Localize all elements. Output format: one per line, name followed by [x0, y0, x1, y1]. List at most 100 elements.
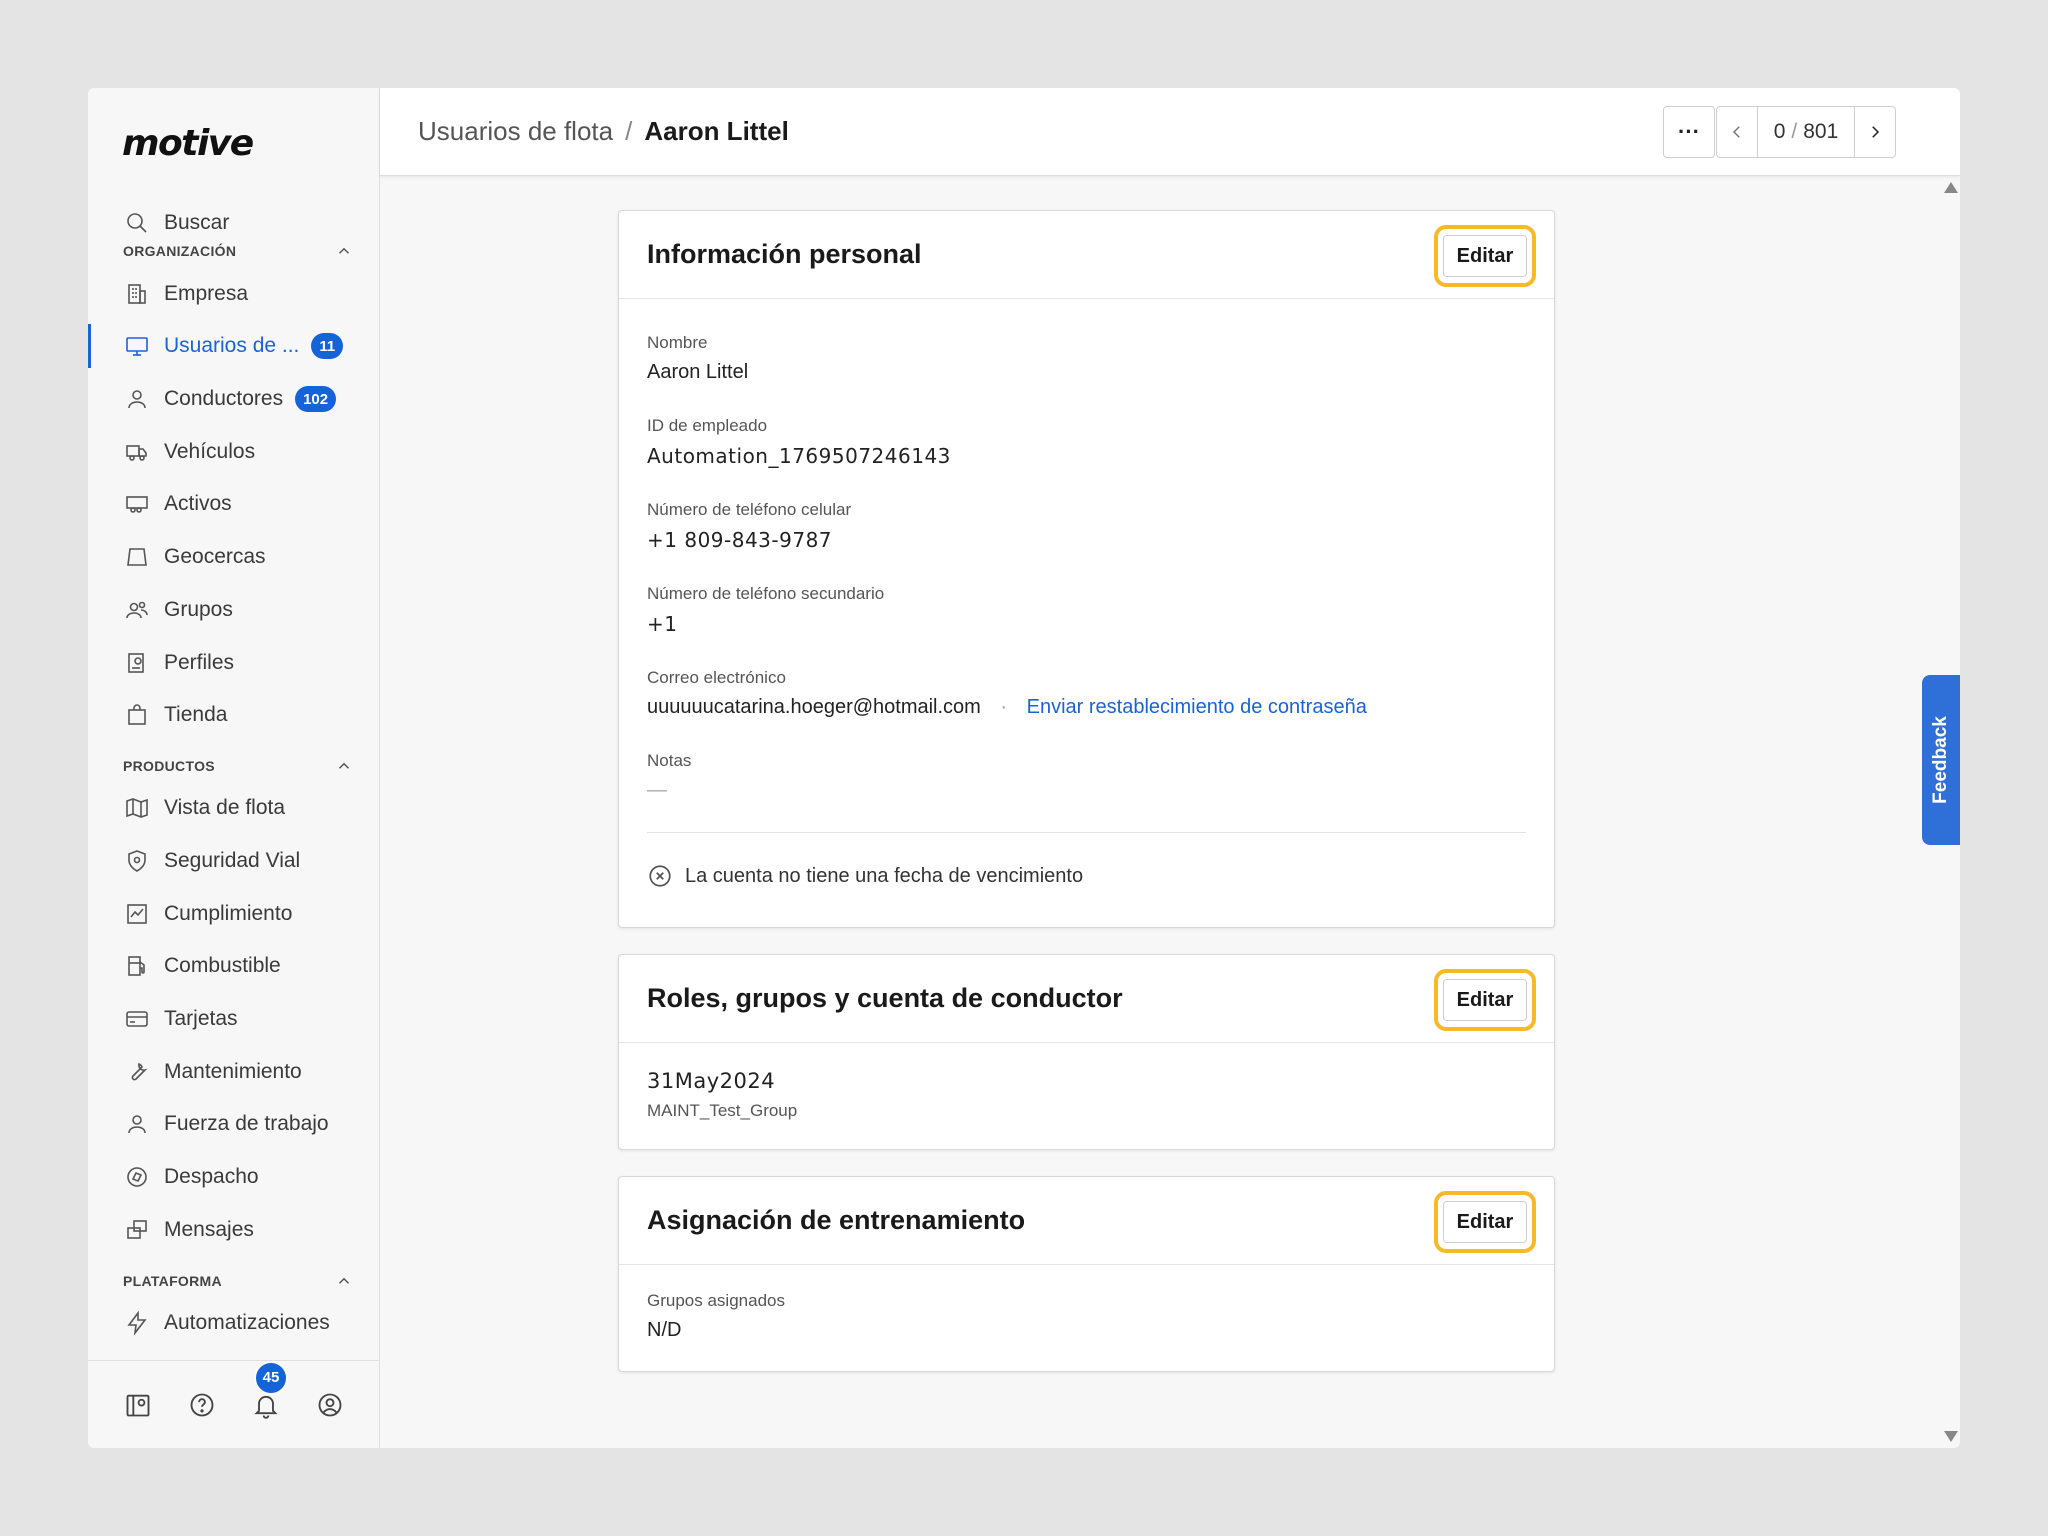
field-label: Notas	[647, 751, 692, 770]
sidebar-item-vehiculos[interactable]: Vehículos	[88, 430, 379, 474]
motive-logo[interactable]: motive	[122, 108, 254, 178]
scroll-down-arrow[interactable]	[1944, 1431, 1958, 1442]
sidebar-item-conductores[interactable]: Conductores 102	[88, 377, 379, 421]
person-icon	[124, 1111, 150, 1137]
card-body: Nombre Aaron Littel ID de empleado Autom…	[619, 299, 1554, 889]
card-title: Información personal	[647, 239, 922, 269]
main-content: Usuarios de flota / Aaron Littel ··· 0 /…	[380, 88, 1960, 1448]
field-label: Número de teléfono secundario	[647, 584, 885, 603]
email-value: uuuuuucatarina.hoeger@hotmail.com	[647, 696, 981, 718]
card-header: Roles, grupos y cuenta de conductor Edit…	[619, 955, 1554, 1043]
next-record-button[interactable]	[1855, 107, 1895, 157]
edit-personal-info-button[interactable]: Editar	[1443, 235, 1527, 277]
sidebar-item-vista-de-flota[interactable]: Vista de flota	[88, 786, 379, 830]
chevron-up-icon	[335, 1272, 353, 1290]
section-title: PRODUCTOS	[123, 758, 215, 774]
lightning-icon	[124, 1310, 150, 1336]
pager-current: 0	[1773, 120, 1786, 143]
field-label: Grupos asignados	[647, 1291, 785, 1310]
card-header: Información personal Editar	[619, 211, 1554, 299]
bell-icon[interactable]: 45	[252, 1360, 288, 1419]
search-icon	[124, 210, 150, 236]
card-body: 31May2024 MAINT_Test_Group	[619, 1043, 1554, 1121]
record-pager: 0 / 801	[1716, 106, 1896, 158]
sidebar-item-tarjetas[interactable]: Tarjetas	[88, 997, 379, 1041]
sidebar-item-empresa[interactable]: Empresa	[88, 272, 379, 316]
field-label: Correo electrónico	[647, 668, 786, 687]
name-value: Aaron Littel	[647, 361, 749, 383]
sidebar-item-label: Tarjetas	[164, 1007, 238, 1030]
expiry-row: La cuenta no tiene una fecha de vencimie…	[647, 832, 1526, 889]
profile-settings-icon	[124, 650, 150, 676]
sidebar-item-activos[interactable]: Activos	[88, 482, 379, 526]
sidebar-item-seguridad-vial[interactable]: Seguridad Vial	[88, 839, 379, 883]
email-row: uuuuuucatarina.hoeger@hotmail.com · Envi…	[647, 696, 1526, 719]
count-badge: 11	[311, 333, 344, 359]
highlight-ring: Editar	[1434, 225, 1536, 287]
sidebar-item-label: Combustible	[164, 954, 281, 977]
scroll-up-arrow[interactable]	[1944, 182, 1958, 193]
messages-icon	[124, 1217, 150, 1243]
sidebar-item-despacho[interactable]: Despacho	[88, 1155, 379, 1199]
edit-roles-button[interactable]: Editar	[1443, 979, 1527, 1021]
sidebar-item-mensajes[interactable]: Mensajes	[88, 1208, 379, 1252]
top-bar: Usuarios de flota / Aaron Littel ··· 0 /…	[380, 88, 1960, 176]
help-icon[interactable]	[188, 1391, 216, 1419]
secondary-phone-value: +1	[647, 612, 678, 636]
sidebar-footer: 45	[88, 1360, 379, 1448]
map-icon	[124, 795, 150, 821]
pager-separator: /	[1791, 120, 1798, 143]
geofence-icon	[124, 544, 150, 570]
section-plataforma[interactable]: PLATAFORMA	[123, 1268, 353, 1294]
chevron-left-icon	[1732, 126, 1740, 138]
monitor-icon	[124, 333, 150, 359]
employee-id-value: Automation_1769507246143	[647, 444, 951, 468]
previous-record-button[interactable]	[1717, 107, 1757, 157]
sidebar-item-label: Geocercas	[164, 545, 266, 568]
sidebar-item-label: Tienda	[164, 703, 228, 726]
sidebar: motive Buscar ORGANIZACIÓN Empresa Usuar…	[88, 88, 380, 1448]
sidebar-item-mantenimiento[interactable]: Mantenimiento	[88, 1050, 379, 1094]
send-password-reset-link[interactable]: Enviar restablecimiento de contraseña	[1027, 696, 1367, 718]
card-body: Grupos asignados N/D	[619, 1265, 1554, 1342]
sidebar-item-tienda[interactable]: Tienda	[88, 693, 379, 737]
chevron-right-icon	[1872, 126, 1880, 138]
sidebar-item-usuarios[interactable]: Usuarios de ... 11	[88, 324, 379, 368]
section-productos[interactable]: PRODUCTOS	[123, 753, 353, 779]
sidebar-item-label: Vista de flota	[164, 796, 286, 819]
sidebar-item-cumplimiento[interactable]: Cumplimiento	[88, 892, 379, 936]
sidebar-item-label: Empresa	[164, 282, 249, 305]
sidebar-item-label: Activos	[164, 492, 232, 515]
edit-training-button[interactable]: Editar	[1443, 1201, 1527, 1243]
sidebar-item-label: Mantenimiento	[164, 1060, 302, 1083]
sidebar-item-grupos[interactable]: Grupos	[88, 588, 379, 632]
breadcrumb-parent[interactable]: Usuarios de flota	[418, 116, 613, 147]
assigned-groups-value: N/D	[647, 1319, 682, 1341]
sidebar-item-automatizaciones[interactable]: Automatizaciones	[88, 1301, 379, 1345]
account-icon[interactable]	[316, 1391, 344, 1419]
map-pin-book-icon[interactable]	[124, 1391, 152, 1419]
card-header: Asignación de entrenamiento Editar	[619, 1177, 1554, 1265]
sidebar-item-combustible[interactable]: Combustible	[88, 944, 379, 988]
field-label: Nombre	[647, 333, 708, 352]
sidebar-item-geocercas[interactable]: Geocercas	[88, 535, 379, 579]
pager-position: 0 / 801	[1757, 107, 1855, 157]
dispatch-icon	[124, 1164, 150, 1190]
chevron-up-icon	[335, 242, 353, 260]
shield-icon	[124, 848, 150, 874]
training-card: Asignación de entrenamiento Editar Grupo…	[618, 1176, 1555, 1372]
more-options-button[interactable]: ···	[1663, 106, 1715, 158]
chart-icon	[124, 901, 150, 927]
section-organizacion[interactable]: ORGANIZACIÓN	[123, 238, 353, 264]
sidebar-item-perfiles[interactable]: Perfiles	[88, 641, 379, 685]
shopping-bag-icon	[124, 702, 150, 728]
count-badge: 102	[295, 386, 337, 412]
roles-card: Roles, grupos y cuenta de conductor Edit…	[618, 954, 1555, 1150]
sidebar-item-fuerza-de-trabajo[interactable]: Fuerza de trabajo	[88, 1102, 379, 1146]
feedback-tab[interactable]: Feedback	[1922, 675, 1960, 845]
sidebar-item-label: Fuerza de trabajo	[164, 1112, 329, 1135]
email-separator: ·	[1000, 696, 1008, 718]
highlight-ring: Editar	[1434, 969, 1536, 1031]
fuel-icon	[124, 953, 150, 979]
card-title: Roles, grupos y cuenta de conductor	[647, 983, 1123, 1013]
